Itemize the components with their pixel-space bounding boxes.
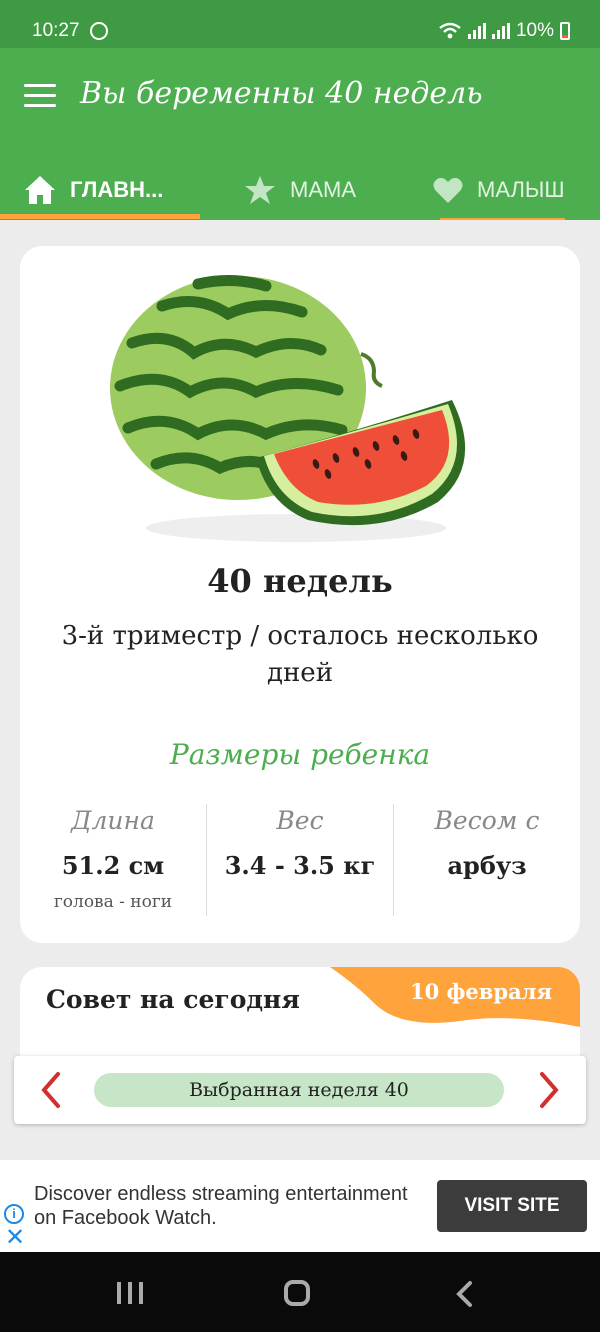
tab-indicator [0,214,200,219]
watermelon-image [110,274,466,542]
tab-mom-label: МАМА [290,177,356,202]
heart-icon [433,177,463,203]
week-card: 40 недель 3-й триместр / осталось нескол… [20,246,580,943]
do-not-disturb-icon [90,22,108,40]
stat-weight-value: 3.4 - 3.5 кг [224,851,376,880]
status-icons: 10% [438,20,570,42]
chevron-left-icon[interactable] [36,1070,66,1110]
week-navigator: Выбранная неделя 40 [14,1056,586,1124]
system-nav-bar [0,1252,600,1332]
info-icon[interactable]: i [4,1204,24,1224]
stat-size-compare: Весом с арбуз [394,806,580,880]
tab-baby[interactable]: МАЛЫШ [433,160,565,220]
tab-home-label: ГЛАВН... [70,177,164,202]
tip-title: Совет на сегодня [46,985,300,1014]
tab-indicator-secondary [440,218,565,220]
stat-weight: Вес 3.4 - 3.5 кг [207,806,393,880]
tip-date: 10 февраля [409,979,552,1004]
baby-sizes-heading: Размеры ребенка [169,738,431,771]
stat-length-label: Длина [71,806,155,835]
back-icon[interactable] [454,1280,476,1308]
home-button-icon[interactable] [284,1280,310,1306]
stat-length: Длина 51.2 см голова - ноги [20,806,206,912]
status-time: 10:27 [32,20,80,41]
menu-icon[interactable] [24,84,56,108]
chevron-right-icon[interactable] [534,1070,564,1110]
stat-length-value: 51.2 см [61,851,165,880]
star-icon [245,176,275,204]
trimester-text: 3-й триместр / осталось несколько дней [61,621,539,688]
tab-baby-label: МАЛЫШ [477,177,565,202]
week-title: 40 недель [207,562,393,600]
signal-icon-2 [491,23,510,39]
signal-icon [467,23,486,39]
tip-card[interactable]: Совет на сегодня 10 февраля [20,967,580,1057]
recent-apps-icon[interactable] [117,1282,143,1304]
tab-home[interactable]: ГЛАВН... [24,160,163,220]
close-icon[interactable]: ✕ [5,1226,25,1250]
ad-text: Discover endless streaming entertainment… [34,1183,408,1229]
stat-size-compare-label: Весом с [434,806,540,835]
status-bar: 10:27 10% [0,0,600,48]
app-bar: Вы беременны 40 недель ГЛАВН... МАМА МАЛ… [0,48,600,220]
tab-mom[interactable]: МАМА [244,160,356,220]
battery-icon [560,22,570,40]
home-icon [25,176,55,204]
ad-banner[interactable]: i ✕ Discover endless streaming entertain… [0,1160,600,1252]
battery-percent: 10% [515,20,554,41]
page-title: Вы беременны 40 недель [80,76,483,111]
stat-weight-label: Вес [276,806,324,835]
stat-length-sub: голова - ноги [53,892,173,912]
stat-size-compare-value: арбуз [447,851,527,880]
wifi-icon [439,22,461,39]
visit-site-button[interactable]: VISIT SITE [437,1180,587,1232]
selected-week-button[interactable]: Выбранная неделя 40 [94,1073,504,1107]
